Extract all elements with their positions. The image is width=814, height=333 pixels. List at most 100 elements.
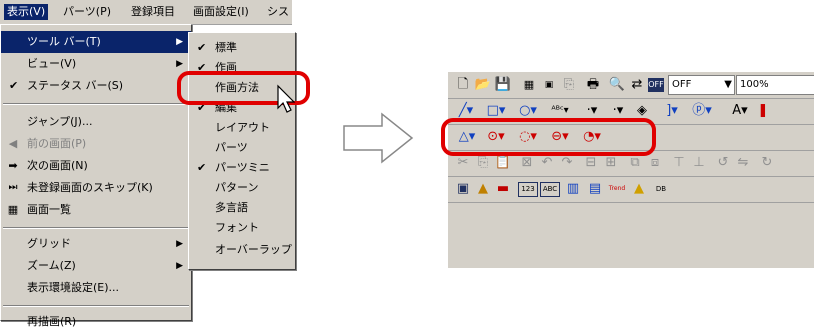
chevron-down-icon: ▼ — [724, 79, 732, 90]
bracket-icon[interactable]: ]▾ — [660, 101, 684, 121]
view-menu: ツール バー(T) ▶ ビュー(V) ▶ ✔ ステータス バー(S) ジャンプ(… — [0, 24, 192, 328]
undo-icon[interactable]: ↶ — [538, 153, 556, 173]
menu-item-toolbar[interactable]: ツール バー(T) ▶ — [1, 31, 191, 53]
menu-item-grid[interactable]: グリッド ▶ — [1, 233, 191, 255]
menu-item-label: 画面一覧 — [27, 203, 71, 216]
paste-icon[interactable]: 📋 — [494, 153, 512, 173]
toolbar-item-parts[interactable]: パーツ — [189, 137, 295, 159]
menu-item-label: フォント — [215, 221, 259, 234]
arrow-right-icon: ➡ — [8, 159, 18, 172]
print-icon[interactable]: 🖶 — [584, 75, 602, 95]
parts-icon[interactable]: ⓟ▾ — [688, 101, 716, 121]
copy-icon[interactable]: ⎘ — [474, 153, 492, 173]
lamp-icon[interactable]: ▲ — [474, 179, 492, 199]
submenu-arrow-icon: ▶ — [176, 239, 183, 249]
toolbar-item-overlap[interactable]: オーバーラップ — [189, 239, 295, 261]
menu-item-label: 次の画面(N) — [27, 159, 88, 172]
redo-icon[interactable]: ↷ — [558, 153, 576, 173]
zoom-combo[interactable]: 100% — [736, 75, 814, 95]
copy-page-icon[interactable]: ⎘ — [560, 75, 578, 95]
alarm-icon[interactable]: ▲ — [630, 179, 648, 199]
order-icon[interactable]: ↻ — [758, 153, 776, 173]
rotate-icon[interactable]: ↺ — [714, 153, 732, 173]
color-icon[interactable]: ❚ — [754, 101, 772, 121]
numeric-display-icon[interactable]: 123 — [518, 182, 538, 197]
menu-item-label: 表示環境設定(E)... — [27, 281, 120, 294]
menu-item-previous-screen[interactable]: ◀ 前の画面(P) — [1, 133, 191, 155]
bar-chart-icon[interactable]: ▤ — [586, 179, 604, 199]
menu-item-view[interactable]: ビュー(V) ▶ — [1, 53, 191, 75]
menu-item-label: 多言語 — [215, 201, 248, 214]
zoom-combo-value: 100% — [740, 79, 769, 90]
save-icon[interactable]: 💾 — [494, 75, 512, 95]
menu-item-label: パターン — [215, 181, 259, 194]
menu-item-display-settings[interactable]: 表示環境設定(E)... — [1, 277, 191, 299]
menu-item-screen-list[interactable]: ▦ 画面一覧 — [1, 199, 191, 221]
checkmark-icon: ✔ — [9, 79, 19, 92]
menu-item-label: 再描画(R) — [27, 315, 77, 328]
switch-icon[interactable]: ▣ — [454, 179, 472, 199]
menu-item-label: パーツミニ — [215, 161, 270, 174]
align-left-icon[interactable]: ⊟ — [582, 153, 600, 173]
toolbar-item-font[interactable]: フォント — [189, 217, 295, 239]
align-right-icon[interactable]: ⊞ — [602, 153, 620, 173]
database-icon[interactable]: DB — [652, 179, 670, 199]
menu-item-zoom[interactable]: ズーム(Z) ▶ — [1, 255, 191, 277]
new-file-icon[interactable]: 🗋 — [454, 75, 472, 95]
menu-item-next-screen[interactable]: ➡ 次の画面(N) — [1, 155, 191, 177]
overlay-toggle-icon[interactable]: OFF — [648, 78, 664, 92]
menu-item-label: ビュー(V) — [27, 57, 77, 70]
align-bottom-icon[interactable]: ⊥ — [690, 153, 708, 173]
parts-mini-toolbar: ▣ ▲ ▬ 123 ABC ▥ ▤ Trend ▲ DB — [448, 176, 814, 203]
snap-combo-value: OFF — [672, 79, 692, 90]
skip-arrows-icon: ⏭ — [8, 182, 18, 193]
snap-combo[interactable]: OFF ▼ — [668, 75, 735, 95]
menu-item-status-bar[interactable]: ✔ ステータス バー(S) — [1, 75, 191, 97]
delete-icon[interactable]: ⊠ — [518, 153, 536, 173]
cut-icon[interactable]: ✂ — [454, 153, 472, 173]
standard-toolbar: 🗋 📂 💾 ▦ ▣ ⎘ 🖶 🔍 ⇄ OFF OFF ▼ 100% — [448, 72, 814, 99]
group-icon[interactable]: ⧉ — [626, 153, 644, 173]
menu-item-skip-unregistered[interactable]: ⏭ 未登録画面のスキップ(K) — [1, 177, 191, 199]
grid-snap-icon[interactable]: ▦ — [520, 75, 538, 95]
toolbar-item-layout[interactable]: レイアウト — [189, 117, 295, 139]
data-display-icon[interactable]: ▬ — [494, 179, 512, 199]
menu-item-label: 前の画面(P) — [27, 137, 87, 150]
menu-item-jump[interactable]: ジャンプ(J)... — [1, 111, 191, 133]
menu-item-label: ジャンプ(J)... — [27, 115, 93, 128]
menu-screen-settings[interactable]: 画面設定(I) — [190, 4, 252, 20]
sim-icon[interactable]: ▣ — [540, 75, 558, 95]
toolbar-item-multilanguage[interactable]: 多言語 — [189, 197, 295, 219]
mouse-cursor-icon — [277, 84, 296, 113]
text-color-icon[interactable]: A▾ — [728, 101, 752, 121]
submenu-arrow-icon: ▶ — [176, 261, 183, 271]
arrow-left-icon: ◀ — [8, 137, 18, 150]
menu-item-label: ズーム(Z) — [27, 259, 76, 272]
char-display-icon[interactable]: ABC — [540, 182, 560, 197]
toolbar-submenu: ✔ 標準 ✔ 作画 作画方法 ✔ 編集 レイアウト パーツ ✔ パーツミニ パタ… — [188, 32, 296, 270]
find-replace-icon[interactable]: ⇄ — [628, 75, 646, 95]
menu-view[interactable]: 表示(V) — [4, 4, 49, 20]
toolbar-item-standard[interactable]: ✔ 標準 — [189, 37, 295, 59]
align-top-icon[interactable]: ⊤ — [670, 153, 688, 173]
open-folder-icon[interactable]: 📂 — [474, 75, 492, 95]
menu-item-redraw[interactable]: 再描画(R) — [1, 311, 191, 333]
toolbar-item-parts-mini[interactable]: ✔ パーツミニ — [189, 157, 295, 179]
menu-separator — [3, 227, 189, 229]
trend-icon[interactable]: Trend — [608, 179, 626, 199]
find-icon[interactable]: 🔍 — [608, 75, 626, 95]
menu-registered-items[interactable]: 登録項目 — [128, 4, 178, 20]
menu-system[interactable]: シス — [264, 4, 292, 20]
menu-parts[interactable]: パーツ(P) — [60, 4, 114, 20]
checkmark-icon: ✔ — [197, 161, 207, 174]
screen-list-icon: ▦ — [7, 203, 19, 216]
flip-icon[interactable]: ⇋ — [734, 153, 752, 173]
menu-separator — [3, 103, 189, 105]
toolbar-item-pattern[interactable]: パターン — [189, 177, 295, 199]
menu-item-label: グリッド — [27, 237, 71, 250]
ungroup-icon[interactable]: ⧈ — [646, 153, 664, 173]
graph-icon[interactable]: ▥ — [564, 179, 582, 199]
checkmark-icon: ✔ — [197, 41, 207, 54]
transition-arrow-icon — [343, 112, 414, 164]
toolbar-panel: 🗋 📂 💾 ▦ ▣ ⎘ 🖶 🔍 ⇄ OFF OFF ▼ 100% ╱▾ □▾ ○… — [448, 72, 814, 268]
